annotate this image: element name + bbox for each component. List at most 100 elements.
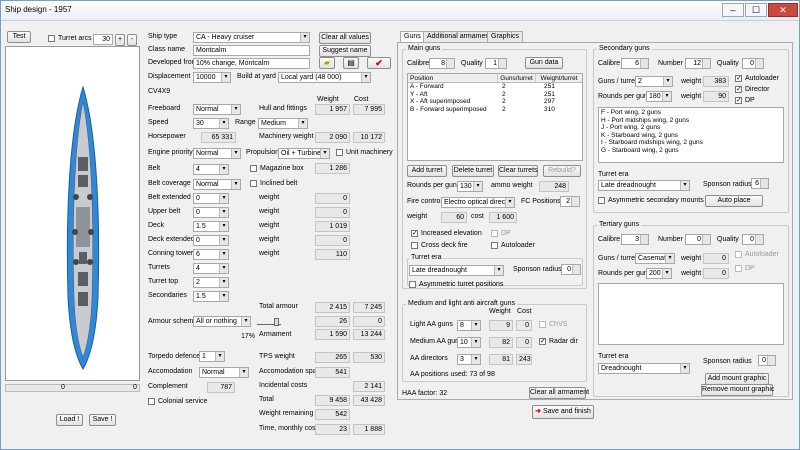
clear-turrets-button[interactable]: Clear turrets bbox=[498, 165, 538, 177]
class-name-input[interactable]: Montcalm bbox=[193, 45, 310, 56]
ter-turret-era-select[interactable]: Dreadnought bbox=[598, 363, 690, 374]
sec-turret-era-select[interactable]: Late dreadnought bbox=[598, 180, 690, 191]
tab-additional-armament[interactable]: Additional armament bbox=[423, 31, 496, 42]
turret-row[interactable]: X - Aft superimposed 2 297 bbox=[408, 98, 582, 106]
sec-director-checkbox[interactable]: ✓ bbox=[735, 86, 742, 93]
sec-rounds-per-gun-select[interactable]: 180 bbox=[646, 91, 672, 102]
armour-scheme-slider[interactable] bbox=[257, 318, 281, 326]
ter-quality-spinner[interactable]: 0 bbox=[742, 234, 764, 245]
medium-aa-select[interactable]: 10 bbox=[457, 337, 481, 348]
magazine-box-checkbox[interactable] bbox=[250, 165, 257, 172]
sec-autoloader-checkbox[interactable]: ✓ bbox=[735, 75, 742, 82]
torpedo-defence-select[interactable]: 1 bbox=[199, 351, 225, 362]
asymmetric-secondary-checkbox[interactable] bbox=[598, 197, 605, 204]
remove-mount-graphic-button[interactable]: Remove mount graphic bbox=[701, 384, 774, 396]
list-item[interactable]: I - Starboard midships wing, 2 guns bbox=[601, 139, 781, 147]
cross-deck-fire-checkbox[interactable] bbox=[411, 242, 418, 249]
chvs-checkbox[interactable] bbox=[539, 321, 546, 328]
maximize-button[interactable]: ☐ bbox=[745, 3, 767, 17]
fc-positions-spinner[interactable]: 2 bbox=[560, 196, 580, 207]
ter-mount-list[interactable] bbox=[598, 283, 784, 345]
arc-minus-button[interactable]: - bbox=[127, 34, 137, 46]
ter-dp-checkbox[interactable] bbox=[735, 265, 742, 272]
turret-arcs-checkbox[interactable] bbox=[48, 35, 55, 42]
belt-coverage-select[interactable]: Normal bbox=[193, 179, 241, 190]
add-turret-button[interactable]: Add turret bbox=[407, 165, 447, 177]
sec-sponson-spinner[interactable]: 6 bbox=[751, 178, 769, 189]
ter-sponson-spinner[interactable]: 0 bbox=[758, 355, 776, 366]
list-item[interactable]: G - Starboard wing, 2 guns bbox=[601, 147, 781, 155]
print-icon[interactable]: ▤ bbox=[343, 57, 359, 69]
deck-extended-select[interactable]: 0 bbox=[193, 235, 229, 246]
turret-row[interactable]: B - Forward superimposed 2 310 bbox=[408, 106, 582, 114]
turret-row[interactable]: A - Forward 2 251 bbox=[408, 83, 582, 91]
inclined-belt-checkbox[interactable] bbox=[250, 180, 257, 187]
belt-extended-select[interactable]: 0 bbox=[193, 193, 229, 204]
light-aa-select[interactable]: 8 bbox=[457, 320, 481, 331]
delete-turret-button[interactable]: Delete turret bbox=[452, 165, 494, 177]
ter-guns-turret-select[interactable]: Casemat bbox=[635, 253, 675, 264]
main-calibre-spinner[interactable]: 8 bbox=[429, 58, 455, 69]
belt-select[interactable]: 4 bbox=[193, 164, 229, 175]
sec-calibre-spinner[interactable]: 6 bbox=[621, 58, 649, 69]
engine-priority-select[interactable]: Normal bbox=[193, 148, 241, 159]
aa-directors-select[interactable]: 3 bbox=[457, 354, 481, 365]
turret-row[interactable]: Y - Aft 2 251 bbox=[408, 91, 582, 99]
ter-number-spinner[interactable]: 0 bbox=[685, 234, 711, 245]
ship-view-scrollbar[interactable] bbox=[5, 384, 140, 392]
sec-guns-turret-select[interactable]: 2 bbox=[635, 76, 673, 87]
main-autoloader-checkbox[interactable] bbox=[491, 242, 498, 249]
save-button[interactable]: Save ! bbox=[89, 414, 116, 426]
tab-graphics[interactable]: Graphics bbox=[487, 31, 524, 42]
sec-dp-checkbox[interactable]: ✓ bbox=[735, 97, 742, 104]
suggest-name-button[interactable]: Suggest name bbox=[319, 45, 371, 57]
minimize-button[interactable]: – bbox=[722, 3, 744, 17]
save-and-finish-button[interactable]: ➜ Save and finish bbox=[532, 405, 594, 419]
upper-belt-select[interactable]: 0 bbox=[193, 207, 229, 218]
colonial-service-checkbox[interactable] bbox=[148, 398, 155, 405]
load-button[interactable]: Load ! bbox=[56, 414, 83, 426]
checkmark-icon[interactable]: ✔ bbox=[367, 57, 391, 69]
main-turret-list[interactable]: Position Guns/turret Weight/turret A - F… bbox=[407, 73, 583, 161]
build-yard-select[interactable]: Local yard (48 000) bbox=[278, 72, 371, 83]
sec-quality-spinner[interactable]: 0 bbox=[742, 58, 764, 69]
ter-rounds-per-gun-select[interactable]: 200 bbox=[646, 268, 672, 279]
test-button[interactable]: Test bbox=[7, 31, 31, 43]
main-dp-checkbox[interactable] bbox=[491, 230, 498, 237]
list-item[interactable]: K - Starboard wing, 2 guns bbox=[601, 132, 781, 140]
range-select[interactable]: Medium bbox=[258, 118, 308, 129]
list-item[interactable]: H - Port midships wing, 2 guns bbox=[601, 117, 781, 125]
main-rounds-per-gun-select[interactable]: 130 bbox=[457, 181, 483, 192]
accomodation-select[interactable]: Normal bbox=[199, 367, 249, 378]
open-folder-icon[interactable]: ▰ bbox=[319, 57, 335, 69]
ter-autoloader-checkbox[interactable] bbox=[735, 251, 742, 258]
turret-arc-value[interactable]: 30 bbox=[93, 34, 113, 45]
arc-plus-button[interactable]: + bbox=[115, 34, 125, 46]
propulsion-select[interactable]: Oil + Turbine bbox=[278, 148, 330, 159]
armour-scheme-select[interactable]: All or nothing bbox=[193, 316, 251, 327]
radar-dir-checkbox[interactable]: ✓ bbox=[539, 338, 546, 345]
auto-place-button[interactable]: Auto place bbox=[705, 195, 763, 207]
developed-from-input[interactable]: 10% change, Montcalm bbox=[193, 58, 310, 69]
asymmetric-turret-checkbox[interactable] bbox=[409, 281, 416, 288]
turret-top-select[interactable]: 2 bbox=[193, 277, 229, 288]
clear-all-values-button[interactable]: Clear all values bbox=[319, 32, 371, 44]
main-quality-spinner[interactable]: 1 bbox=[485, 58, 507, 69]
turrets-select[interactable]: 4 bbox=[193, 263, 229, 274]
armour-scheme-slider-thumb[interactable] bbox=[274, 318, 279, 326]
rebuild-button[interactable]: Rebuild? bbox=[543, 165, 581, 177]
list-item[interactable]: J - Port wing, 2 guns bbox=[601, 124, 781, 132]
freeboard-select[interactable]: Normal bbox=[193, 104, 241, 115]
ship-type-select[interactable]: CA - Heavy cruiser bbox=[193, 32, 310, 43]
speed-select[interactable]: 30 bbox=[193, 118, 229, 129]
gun-data-button[interactable]: Gun data bbox=[525, 57, 563, 69]
deck-select[interactable]: 1.5 bbox=[193, 221, 229, 232]
sec-number-spinner[interactable]: 12 bbox=[685, 58, 711, 69]
increased-elevation-checkbox[interactable]: ✓ bbox=[411, 230, 418, 237]
sec-mount-list[interactable]: F - Port wing, 2 guns H - Port midships … bbox=[598, 107, 784, 163]
ter-calibre-spinner[interactable]: 3 bbox=[621, 234, 649, 245]
clear-all-armament-button[interactable]: Clear all armament bbox=[529, 387, 589, 399]
displacement-select[interactable]: 10000 bbox=[193, 72, 231, 83]
secondaries-select[interactable]: 1.5 bbox=[193, 291, 229, 302]
close-button[interactable]: ✕ bbox=[768, 3, 798, 17]
